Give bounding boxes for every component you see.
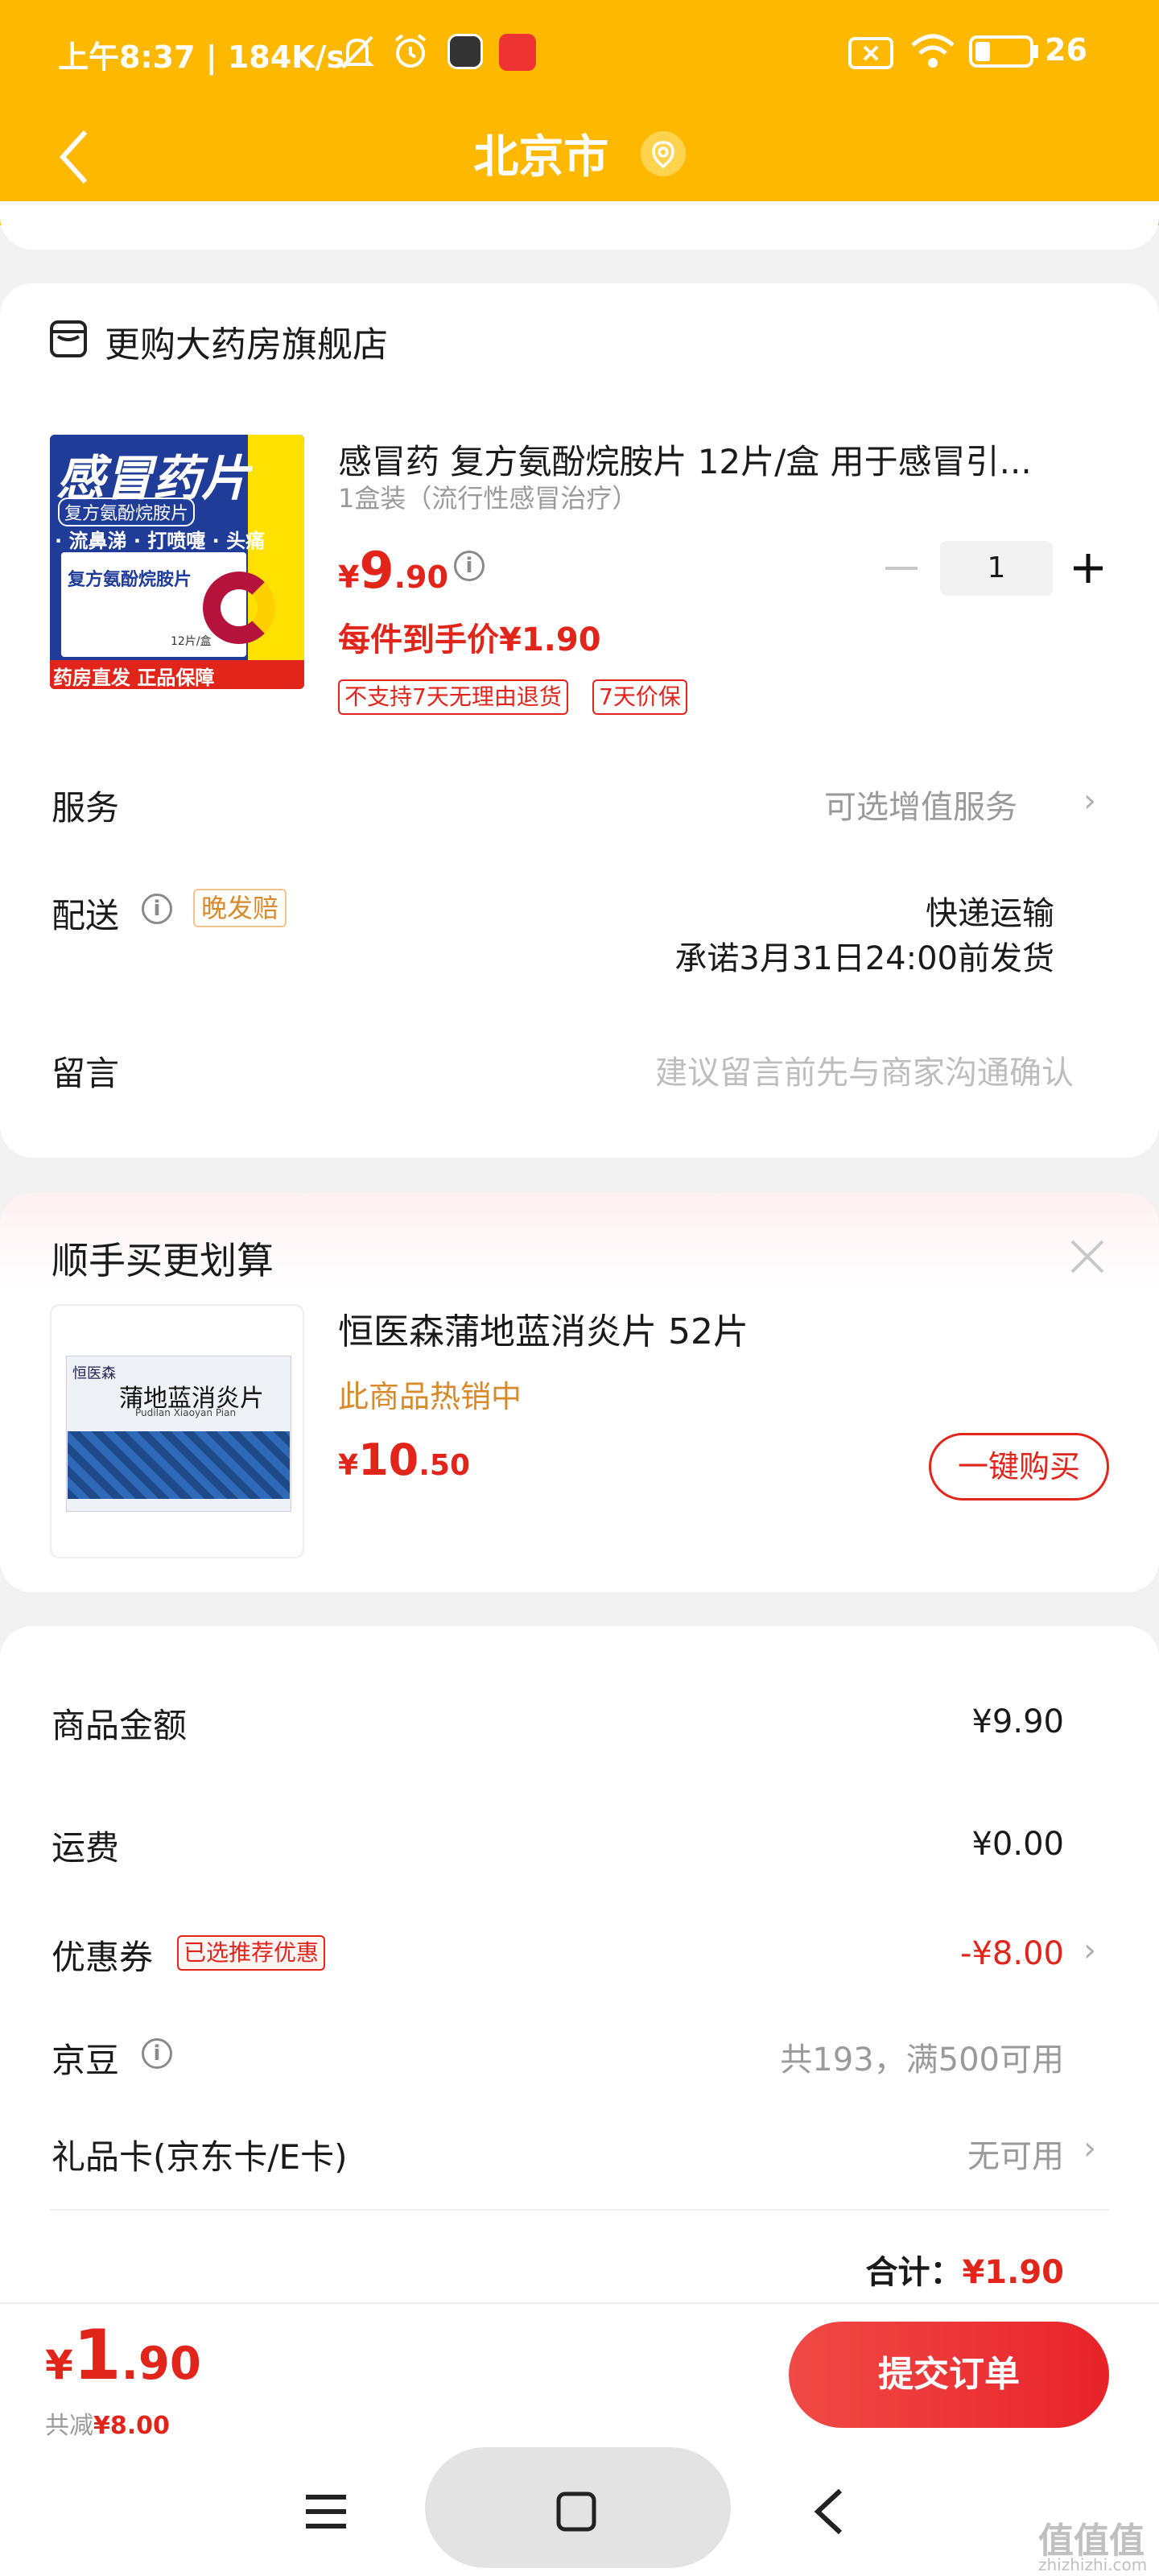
coupon-badge: 已选推荐优惠 [177,1935,326,1971]
price-info-icon[interactable]: i [454,551,485,581]
price-protect-tag: 7天价保 [592,679,687,715]
shop-name[interactable]: 更购大药房旗舰店 [105,316,388,367]
coupon-value[interactable]: -¥8.00 [960,1935,1064,1972]
giftcard-label: 礼品卡(京东卡/E卡) [52,2137,348,2177]
system-back-icon[interactable] [813,2487,845,2536]
late-compensation-badge: 晚发赔 [193,889,287,927]
order-item-card: 更购大药房旗舰店 感冒药片 复方氨酚烷胺片 · 流鼻涕 · 打喷嚏 · 头痛 复… [0,283,1159,1158]
upsell-product-image[interactable]: 恒医森 蒲地蓝消炎片 Pudilan Xiaoyan Pian [50,1304,304,1558]
jingdou-label: 京豆 [52,2041,120,2080]
home-icon[interactable] [555,2491,597,2533]
product-image-subtitle: 复方氨酚烷胺片 [58,497,196,526]
status-time-speed: 上午8:37 | 184K/s [58,39,345,75]
upsell-card: 顺手买更划算 恒医森 蒲地蓝消炎片 Pudilan Xiaoyan Pian 恒… [0,1193,1159,1592]
goods-amount-label: 商品金额 [52,1706,188,1745]
menu-icon[interactable] [304,2492,348,2531]
product-box-count: 12片/盒 [171,635,212,648]
watermark-url: zhizhizhi.com [1038,2555,1148,2574]
product-image-footer: 药房直发 正品保障 [53,667,215,689]
service-label: 服务 [52,788,120,828]
shipping-value: ¥0.00 [971,1826,1064,1863]
header-bar: 上午8:37 | 184K/s 26 北京市 [0,0,1159,225]
wifi-icon [911,34,955,68]
upsell-hot-text: 此商品热销中 [338,1379,522,1414]
total-label: 合计： [865,2254,963,2291]
shop-icon [50,320,87,357]
giftcard-chevron-icon[interactable]: › [1083,2130,1096,2167]
giftcard-value[interactable]: 无可用 [967,2130,1064,2177]
upsell-title: 顺手买更划算 [52,1239,274,1282]
address-card-edge [0,201,1159,250]
quantity-value[interactable]: 1 [940,541,1053,596]
delivery-label: 配送 [52,896,120,935]
mute-icon [340,35,374,69]
upsell-product-name[interactable]: 恒医森蒲地蓝消炎片 52片 [338,1302,749,1354]
one-click-buy-button[interactable]: 一键购买 [929,1433,1109,1501]
total-row: 合计：¥1.90 [865,2246,1064,2293]
final-unit-price: 每件到手价¥1.90 [338,621,601,658]
summary-divider [50,2209,1109,2211]
quantity-minus-button[interactable] [885,567,918,570]
coupon-label: 优惠券 [52,1938,154,1977]
product-image[interactable]: 感冒药片 复方氨酚烷胺片 · 流鼻涕 · 打喷嚏 · 头痛 复方氨酚烷胺片 12… [50,435,304,689]
coupon-chevron-icon[interactable]: › [1083,1932,1096,1969]
checkout-price: ¥1.90 [45,2315,201,2396]
product-box-name: 复方氨酚烷胺片 [68,570,192,590]
service-chevron-icon[interactable]: › [1083,782,1096,819]
upsell-image-brand: 恒医森 [72,1365,116,1382]
upsell-image-pinyin: Pudilan Xiaoyan Pian [135,1407,237,1418]
quantity-plus-button[interactable] [1070,551,1106,586]
close-icon[interactable] [1069,1238,1106,1275]
sim-off-icon [848,37,893,69]
checkout-bar: ¥1.90 共减¥8.00 提交订单 [0,2302,1159,2447]
message-input[interactable]: 建议留言前先与商家沟通确认 [655,1046,1074,1093]
battery-icon [969,35,1038,68]
product-spec[interactable]: 1盒装（流行性感冒治疗） [338,478,637,515]
alarm-icon [394,34,427,68]
goods-amount-value: ¥9.90 [971,1703,1064,1740]
delivery-info-icon[interactable]: i [142,894,172,924]
submit-order-button[interactable]: 提交订单 [789,2322,1109,2428]
shipping-label: 运费 [52,1828,120,1868]
service-value[interactable]: 可选增值服务 [824,781,1017,828]
app-notification-icon [448,34,483,69]
saving-text: 共减¥8.00 [45,2412,170,2440]
jingdou-info-icon[interactable]: i [142,2038,172,2069]
page-title: 北京市 [473,131,609,184]
jingdou-value: 共193，满500可用 [780,2041,1064,2079]
total-value: ¥1.90 [962,2254,1064,2291]
product-image-symptoms: · 流鼻涕 · 打喷嚏 · 头痛 [55,530,266,552]
battery-percent: 26 [1045,32,1087,68]
system-nav-bar: 值值值 zhizhizhi.com [0,2447,1159,2576]
delivery-promise: 承诺3月31日24:00前发货 [674,940,1054,977]
no-return-tag: 不支持7天无理由退货 [338,679,568,715]
product-price: ¥9.90 [338,541,448,600]
upsell-price: ¥10.50 [338,1435,470,1485]
delivery-method: 快递运输 [926,895,1054,932]
news-app-icon [499,34,536,71]
message-label: 留言 [52,1054,120,1093]
location-icon[interactable] [640,130,686,176]
product-title[interactable]: 感冒药 复方氨酚烷胺片 12片/盒 用于感冒引... [338,435,1079,484]
status-bar: 上午8:37 | 184K/s 26 [0,0,1159,105]
